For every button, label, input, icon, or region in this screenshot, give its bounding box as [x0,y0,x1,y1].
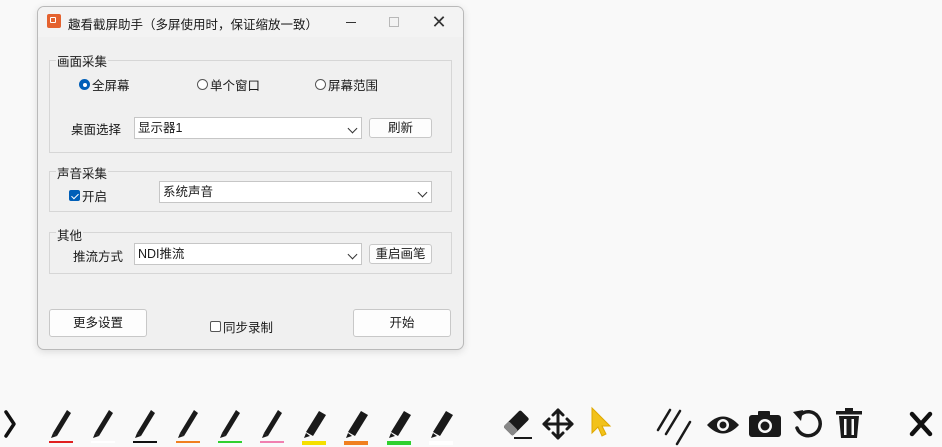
highlighter-icon[interactable] [295,400,335,447]
audio-source-select[interactable]: 系统声音 [159,181,432,203]
more-settings-button[interactable]: 更多设置 [49,309,147,337]
pen-icon[interactable] [42,400,82,447]
restart-pen-button[interactable]: 重启画笔 [369,244,432,264]
pen-icon[interactable] [169,400,209,447]
radio-dot-selected [79,79,90,90]
close-icon: ✕ [431,12,447,32]
app-icon [47,14,61,28]
audio-legend: 声音采集 [56,163,109,182]
other-legend: 其他 [56,225,84,244]
desktop-select[interactable]: 显示器1 [134,117,362,139]
desktop-select-label: 桌面选择 [71,123,122,137]
highlighter-icon[interactable] [422,400,462,447]
radio-fullscreen[interactable]: 全屏幕 [79,75,130,94]
audio-enable-checkbox[interactable]: 开启 [69,186,107,205]
radio-dot [315,79,326,90]
title-bar[interactable]: 趣看截屏助手（多屏使用时，保证缩放一致） ✕ [38,7,463,37]
minimize-button[interactable] [328,7,374,37]
start-button[interactable]: 开始 [353,309,451,337]
stream-method-value: NDI推流 [138,247,185,261]
radio-screen-region[interactable]: 屏幕范围 [315,75,378,94]
close-toolbar-icon[interactable] [901,400,941,447]
checkbox-unchecked [210,321,221,332]
maximize-button [371,7,417,37]
pen-icon[interactable] [253,400,293,447]
capture-group [49,60,452,153]
expand-arrow-icon[interactable] [0,400,22,447]
chevron-down-icon [417,187,428,198]
audio-enable-label: 开启 [82,190,108,204]
stream-method-label: 推流方式 [73,250,124,264]
minimize-icon [346,21,356,23]
highlighter-icon[interactable] [337,400,377,447]
radio-single-window-label: 单个窗口 [210,79,261,93]
stream-method-select[interactable]: NDI推流 [134,243,362,265]
pen-icon[interactable] [84,400,124,447]
drawing-toolbar [0,400,942,447]
pen-icon[interactable] [211,400,251,447]
dialog-window: 趣看截屏助手（多屏使用时，保证缩放一致） ✕ 画面采集 全屏幕 单个窗口 屏幕范… [37,6,464,350]
camera-icon[interactable] [745,400,785,447]
radio-dot [197,79,208,90]
window-title: 趣看截屏助手（多屏使用时，保证缩放一致） [68,18,319,32]
undo-icon[interactable] [788,400,828,447]
capture-legend: 画面采集 [56,51,109,70]
maximize-icon [389,17,399,27]
desktop-select-value: 显示器1 [138,121,183,135]
eye-icon[interactable] [703,400,743,447]
sync-record-label: 同步录制 [223,321,274,335]
radio-screen-region-label: 屏幕范围 [328,79,379,93]
eraser-icon[interactable] [496,400,536,447]
radio-single-window[interactable]: 单个窗口 [197,75,260,94]
move-icon[interactable] [538,400,578,447]
pointer-icon[interactable] [582,400,622,447]
checkbox-checked [69,190,80,201]
radio-fullscreen-label: 全屏幕 [92,79,130,93]
chevron-down-icon [347,249,358,260]
chevron-down-icon [347,123,358,134]
pen-icon[interactable] [126,400,166,447]
lines-icon[interactable] [652,400,692,447]
audio-source-value: 系统声音 [163,185,214,199]
close-button[interactable]: ✕ [416,7,462,37]
trash-icon[interactable] [829,400,869,447]
refresh-button[interactable]: 刷新 [369,118,432,138]
highlighter-icon[interactable] [380,400,420,447]
sync-record-checkbox[interactable]: 同步录制 [210,317,273,336]
